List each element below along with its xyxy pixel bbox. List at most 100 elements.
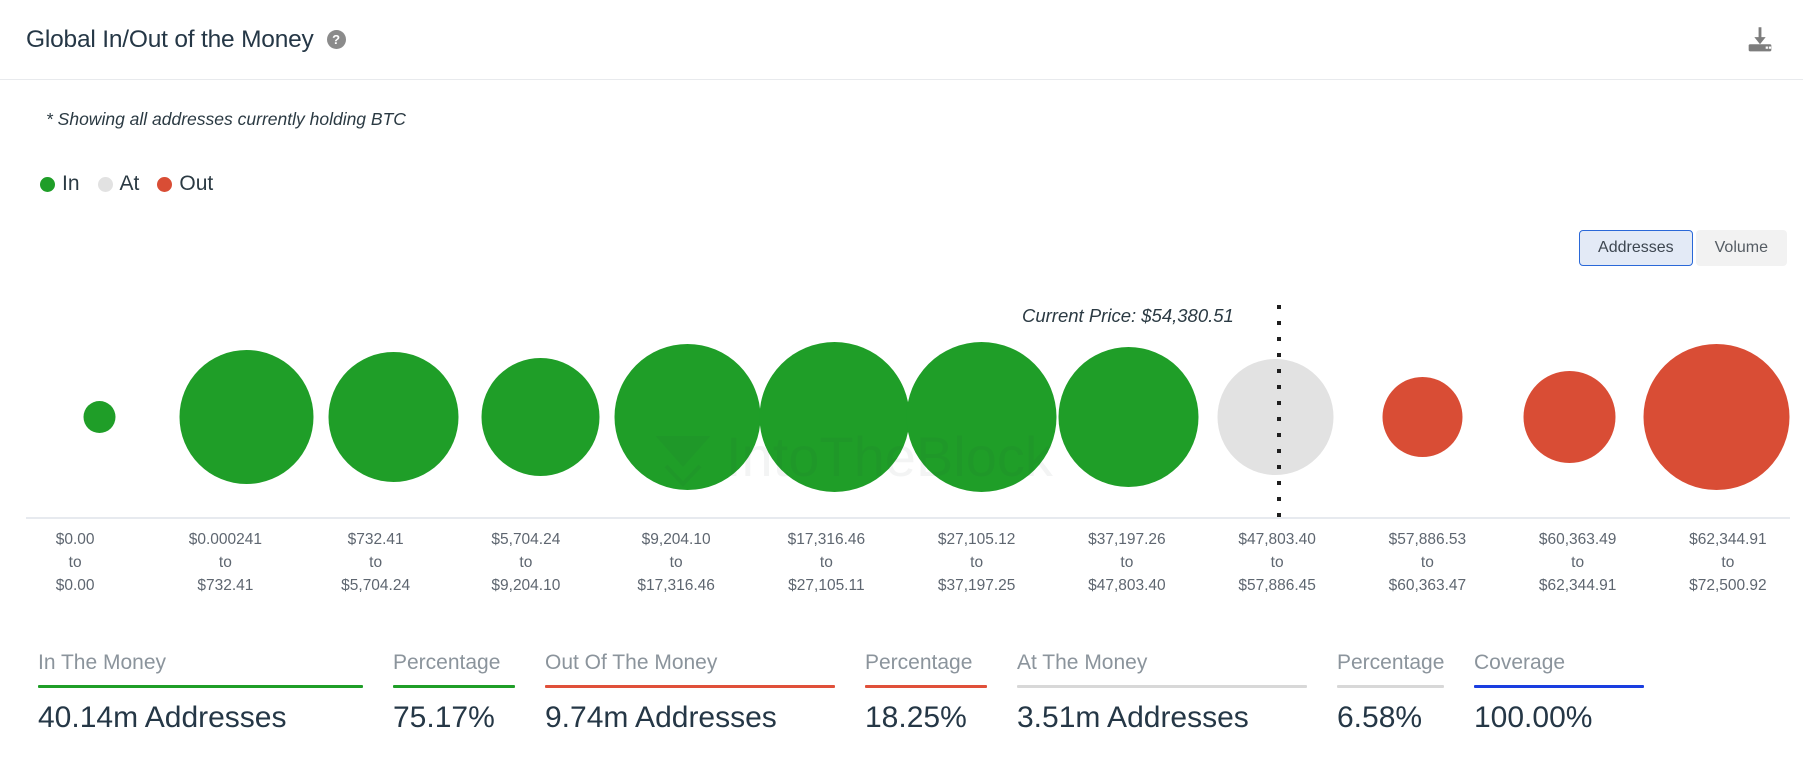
stat-block-percentage-3: Percentage 18.25%	[865, 648, 1017, 739]
x-axis-tick-to: $27,105.11	[788, 577, 865, 594]
x-axis-tick-to: $732.41	[197, 577, 254, 594]
x-axis-tick-from: $5,704.24	[491, 531, 561, 548]
stat-underline	[393, 685, 515, 688]
current-price-annotation: Current Price: $54,380.51	[1022, 305, 1234, 326]
bubble-in-1[interactable]	[179, 350, 314, 484]
x-axis-tick-sep: to	[519, 554, 533, 571]
x-axis-tick-sep: to	[68, 554, 82, 571]
legend-dot-out-icon	[157, 176, 173, 192]
question-circle-icon[interactable]: ?	[326, 30, 346, 49]
x-axis-tick-sep: to	[669, 554, 683, 571]
download-icon[interactable]	[1743, 23, 1777, 57]
stat-label: Percentage	[865, 651, 973, 674]
bubble-out-9[interactable]	[1382, 377, 1463, 457]
bubble-in-6[interactable]	[906, 342, 1057, 492]
bubble-chart-svg	[26, 305, 1790, 519]
x-axis-tick-to: $17,316.46	[637, 577, 715, 594]
legend-label-in: In	[62, 172, 80, 195]
bubble-out-11[interactable]	[1643, 344, 1790, 490]
x-axis-tick-7: $37,197.26 to $47,803.40	[1052, 528, 1202, 608]
x-axis-tick-sep: to	[1721, 554, 1735, 571]
x-axis-tick-5: $17,316.46 to $27,105.11	[751, 528, 901, 608]
legend-label-at: At	[119, 172, 140, 195]
x-axis-tick-8: $47,803.40 to $57,886.45	[1202, 528, 1352, 608]
x-axis-tick-2: $732.41 to $5,704.24	[301, 528, 451, 608]
x-axis-tick-from: $37,197.26	[1088, 531, 1166, 548]
x-axis-tick-to: $47,803.40	[1088, 577, 1166, 594]
legend-dot-in-icon	[40, 176, 55, 192]
x-axis-tick-to: $62,344.91	[1538, 577, 1617, 594]
x-axis-tick-11: $62,344.91 to $72,500.92	[1653, 528, 1803, 608]
stat-label: Out Of The Money	[545, 651, 718, 674]
x-axis-tick-to: $5,704.24	[341, 577, 411, 594]
x-axis-tick-sep: to	[1270, 554, 1284, 571]
stat-underline	[865, 685, 987, 688]
chart-legend: In At Out	[40, 172, 231, 196]
x-axis-tick-to: $72,500.92	[1689, 577, 1767, 594]
stat-block-out-of-the-money-2: Out Of The Money 9.74m Addresses	[545, 648, 865, 739]
x-axis-tick-to: $57,886.45	[1238, 577, 1316, 594]
stat-block-percentage-5: Percentage 6.58%	[1337, 648, 1474, 739]
x-axis-tick-3: $5,704.24 to $9,204.10	[451, 528, 601, 608]
bubble-out-10[interactable]	[1523, 371, 1616, 463]
stat-underline	[545, 685, 835, 688]
stat-value: 100.00%	[1474, 701, 1593, 734]
x-axis-tick-from: $17,316.46	[787, 531, 866, 548]
summary-stats: In The Money 40.14m Addresses Percentage 75…	[0, 648, 1803, 739]
x-axis-tick-to: $60,363.47	[1388, 577, 1467, 594]
legend-label-out: Out	[179, 172, 214, 195]
chart-note: * Showing all addresses currently holdin…	[46, 109, 406, 129]
page-title: Global In/Out of the Money	[26, 25, 314, 53]
legend-item-at[interactable]: At	[97, 172, 140, 196]
stat-underline	[1337, 685, 1444, 688]
x-axis-tick-from: $47,803.40	[1238, 531, 1316, 548]
stat-value: 3.51m Addresses	[1017, 701, 1249, 734]
x-axis-tick-1: $0.000241 to $732.41	[150, 528, 300, 608]
stat-block-percentage-1: Percentage 75.17%	[393, 648, 545, 739]
stat-underline	[1017, 685, 1307, 688]
stat-value: 75.17%	[393, 701, 495, 734]
stat-label: In The Money	[38, 651, 167, 674]
x-axis-tick-0: $0.00 to $0.00	[0, 528, 150, 608]
stat-label: Percentage	[1337, 651, 1445, 674]
bubble-in-3[interactable]	[481, 358, 600, 476]
bubble-in-0[interactable]	[83, 401, 116, 433]
stat-label: Percentage	[393, 651, 501, 674]
bubble-at-8[interactable]	[1217, 359, 1334, 475]
x-axis-labels: $0.00 to $0.00 $0.000241 to $732.41 $732.41 to $…	[0, 528, 1803, 608]
x-axis-tick-sep: to	[819, 554, 833, 571]
x-axis-tick-sep: to	[1571, 554, 1585, 571]
stat-value: 6.58%	[1337, 701, 1423, 734]
bubble-layer	[83, 342, 1790, 492]
bubble-in-5[interactable]	[759, 342, 910, 492]
card-header: Global In/Out of the Money ?	[0, 0, 1803, 80]
legend-item-out[interactable]: Out	[157, 172, 213, 196]
x-axis-tick-from: $732.41	[347, 531, 404, 548]
x-axis-tick-sep: to	[1120, 554, 1134, 571]
legend-dot-at-icon	[97, 176, 113, 192]
x-axis-tick-6: $27,105.12 to $37,197.25	[902, 528, 1052, 608]
x-axis-tick-sep: to	[218, 554, 232, 571]
stat-value: 18.25%	[865, 701, 967, 734]
stat-underline	[38, 685, 363, 688]
stat-block-in-the-money-0: In The Money 40.14m Addresses	[38, 648, 393, 739]
bubble-in-4[interactable]	[614, 344, 761, 490]
stat-label: Coverage	[1474, 651, 1566, 674]
x-axis-tick-9: $57,886.53 to $60,363.47	[1352, 528, 1502, 608]
x-axis-tick-from: $0.00	[55, 531, 95, 548]
stat-underline	[1474, 685, 1644, 688]
x-axis-tick-10: $60,363.49 to $62,344.91	[1503, 528, 1653, 608]
stat-value: 40.14m Addresses	[38, 701, 287, 734]
legend-item-in[interactable]: In	[40, 172, 80, 196]
x-axis-tick-sep: to	[1420, 554, 1434, 571]
stat-block-at-the-money-4: At The Money 3.51m Addresses	[1017, 648, 1337, 739]
x-axis-tick-sep: to	[369, 554, 383, 571]
bubble-in-2[interactable]	[328, 352, 459, 482]
x-axis-tick-from: $62,344.91	[1689, 531, 1767, 548]
x-axis-tick-from: $27,105.12	[937, 531, 1016, 548]
x-axis-tick-from: $57,886.53	[1388, 531, 1467, 548]
x-axis-tick-to: $0.00	[55, 577, 95, 594]
bubble-in-7[interactable]	[1058, 347, 1199, 487]
stat-label: At The Money	[1017, 651, 1148, 674]
x-axis-tick-4: $9,204.10 to $17,316.46	[601, 528, 751, 608]
